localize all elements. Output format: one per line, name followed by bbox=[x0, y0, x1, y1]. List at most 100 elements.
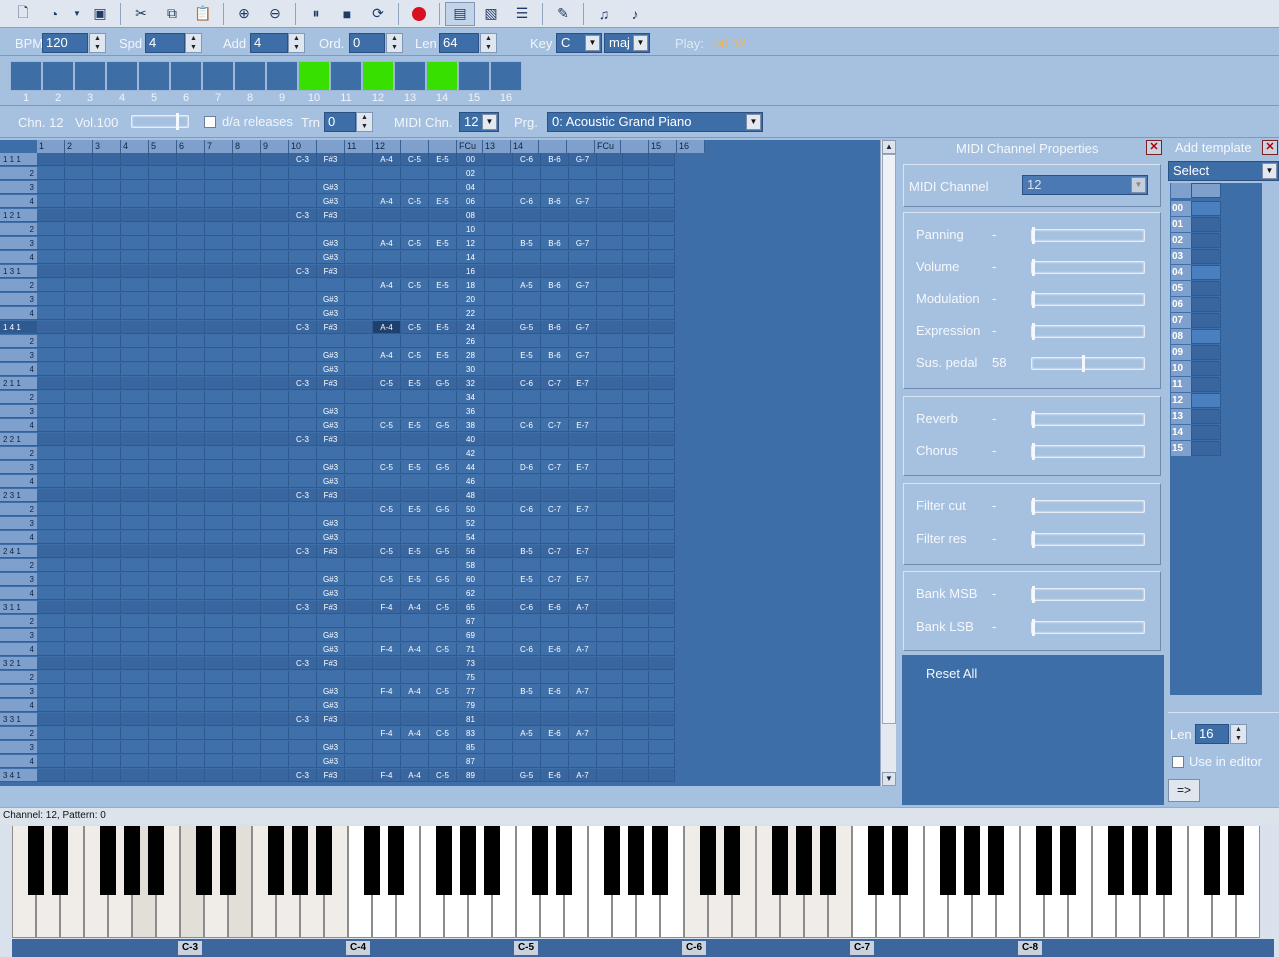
grid-cell[interactable] bbox=[649, 321, 675, 334]
grid-cell[interactable]: C-5 bbox=[429, 685, 457, 698]
grid-cell[interactable] bbox=[93, 489, 121, 502]
grid-cell[interactable] bbox=[205, 167, 233, 180]
grid-cell[interactable]: E-5 bbox=[401, 503, 429, 516]
grid-cell[interactable] bbox=[37, 517, 65, 530]
grid-column-header[interactable]: 14 bbox=[511, 140, 539, 153]
grid-cell[interactable] bbox=[177, 433, 205, 446]
grid-cell[interactable] bbox=[401, 699, 429, 712]
template-row[interactable]: 00 bbox=[1170, 201, 1262, 217]
grid-cell[interactable] bbox=[261, 769, 289, 782]
grid-cell[interactable] bbox=[205, 377, 233, 390]
grid-cell[interactable] bbox=[233, 377, 261, 390]
step-button-10[interactable] bbox=[298, 61, 330, 91]
grid-cell[interactable] bbox=[485, 335, 513, 348]
grid-cell[interactable]: B-6 bbox=[541, 237, 569, 250]
spd-input[interactable]: 4 bbox=[145, 33, 185, 53]
grid-cell[interactable] bbox=[569, 531, 597, 544]
grid-cell[interactable] bbox=[513, 587, 541, 600]
grid-cell[interactable] bbox=[233, 741, 261, 754]
template-row[interactable]: 06 bbox=[1170, 297, 1262, 313]
grid-cell[interactable] bbox=[317, 727, 345, 740]
grid-cell[interactable]: 42 bbox=[457, 447, 485, 460]
grid-cell[interactable] bbox=[485, 321, 513, 334]
grid-cell[interactable] bbox=[541, 629, 569, 642]
piano-black-key[interactable] bbox=[388, 826, 404, 895]
grid-cell[interactable] bbox=[289, 671, 317, 684]
grid-cell[interactable]: A-4 bbox=[401, 727, 429, 740]
grid-cell[interactable] bbox=[649, 559, 675, 572]
grid-cell[interactable] bbox=[401, 741, 429, 754]
grid-cell[interactable] bbox=[597, 349, 623, 362]
grid-cell[interactable] bbox=[149, 209, 177, 222]
grid-cell[interactable] bbox=[317, 671, 345, 684]
grid-cell[interactable] bbox=[569, 181, 597, 194]
grid-cell[interactable] bbox=[149, 153, 177, 166]
grid-cell[interactable] bbox=[485, 671, 513, 684]
grid-cell[interactable] bbox=[37, 503, 65, 516]
grid-cell[interactable] bbox=[623, 405, 649, 418]
grid-cell[interactable] bbox=[649, 573, 675, 586]
grid-cell[interactable] bbox=[401, 251, 429, 264]
grid-cell[interactable] bbox=[177, 349, 205, 362]
grid-cell[interactable]: G#3 bbox=[317, 293, 345, 306]
grid-cell[interactable] bbox=[177, 629, 205, 642]
grid-cell[interactable] bbox=[569, 209, 597, 222]
grid-cell[interactable] bbox=[541, 307, 569, 320]
grid-cell[interactable] bbox=[177, 419, 205, 432]
copy-icon[interactable]: ⧉ bbox=[157, 2, 187, 26]
grid-cell[interactable] bbox=[121, 405, 149, 418]
grid-cell[interactable] bbox=[289, 727, 317, 740]
grid-cell[interactable] bbox=[65, 559, 93, 572]
grid-cell[interactable]: C-7 bbox=[541, 419, 569, 432]
grid-cell[interactable]: B-6 bbox=[541, 279, 569, 292]
grid-cell[interactable] bbox=[485, 279, 513, 292]
grid-cell[interactable] bbox=[597, 307, 623, 320]
grid-cell[interactable] bbox=[623, 209, 649, 222]
grid-cell[interactable] bbox=[205, 517, 233, 530]
note-tool-icon[interactable]: ♫ bbox=[589, 2, 619, 26]
grid-cell[interactable]: 67 bbox=[457, 615, 485, 628]
grid-cell[interactable] bbox=[261, 251, 289, 264]
grid-cell[interactable] bbox=[233, 573, 261, 586]
grid-cell[interactable] bbox=[37, 223, 65, 236]
grid-cell[interactable] bbox=[345, 195, 373, 208]
ord-stepper[interactable]: ▲ ▼ bbox=[386, 33, 403, 53]
grid-cell[interactable] bbox=[623, 559, 649, 572]
grid-cell[interactable] bbox=[401, 531, 429, 544]
grid-cell[interactable] bbox=[597, 433, 623, 446]
grid-cell[interactable] bbox=[177, 559, 205, 572]
spd-stepper[interactable]: ▲ ▼ bbox=[185, 33, 202, 53]
grid-cell[interactable] bbox=[485, 615, 513, 628]
grid-column-header[interactable] bbox=[317, 140, 345, 153]
piano-black-key[interactable] bbox=[316, 826, 332, 895]
grid-cell[interactable]: C-5 bbox=[373, 461, 401, 474]
grid-cell[interactable]: C-3 bbox=[289, 769, 317, 782]
grid-cell[interactable] bbox=[345, 699, 373, 712]
grid-cell[interactable] bbox=[597, 223, 623, 236]
grid-cell[interactable] bbox=[233, 195, 261, 208]
grid-cell[interactable] bbox=[597, 167, 623, 180]
grid-cell[interactable] bbox=[541, 293, 569, 306]
grid-cell[interactable]: C-7 bbox=[541, 573, 569, 586]
grid-cell[interactable] bbox=[345, 727, 373, 740]
grid-cell[interactable] bbox=[289, 293, 317, 306]
grid-cell[interactable] bbox=[93, 559, 121, 572]
save-icon[interactable]: ▣ bbox=[85, 2, 115, 26]
grid-cell[interactable] bbox=[149, 349, 177, 362]
grid-cell[interactable] bbox=[121, 601, 149, 614]
paste-icon[interactable]: 📋 bbox=[188, 2, 218, 26]
grid-column-header[interactable]: 8 bbox=[233, 140, 261, 153]
grid-cell[interactable] bbox=[289, 405, 317, 418]
grid-cell[interactable] bbox=[261, 223, 289, 236]
grid-cell[interactable] bbox=[401, 265, 429, 278]
grid-cell[interactable] bbox=[623, 769, 649, 782]
grid-cell[interactable] bbox=[345, 335, 373, 348]
grid-cell[interactable] bbox=[317, 279, 345, 292]
grid-cell[interactable] bbox=[429, 251, 457, 264]
grid-cell[interactable] bbox=[401, 671, 429, 684]
grid-column-header[interactable]: 2 bbox=[65, 140, 93, 153]
grid-cell[interactable] bbox=[37, 335, 65, 348]
grid-cell[interactable] bbox=[233, 657, 261, 670]
grid-cell[interactable]: 32 bbox=[457, 377, 485, 390]
grid-cell[interactable] bbox=[597, 209, 623, 222]
